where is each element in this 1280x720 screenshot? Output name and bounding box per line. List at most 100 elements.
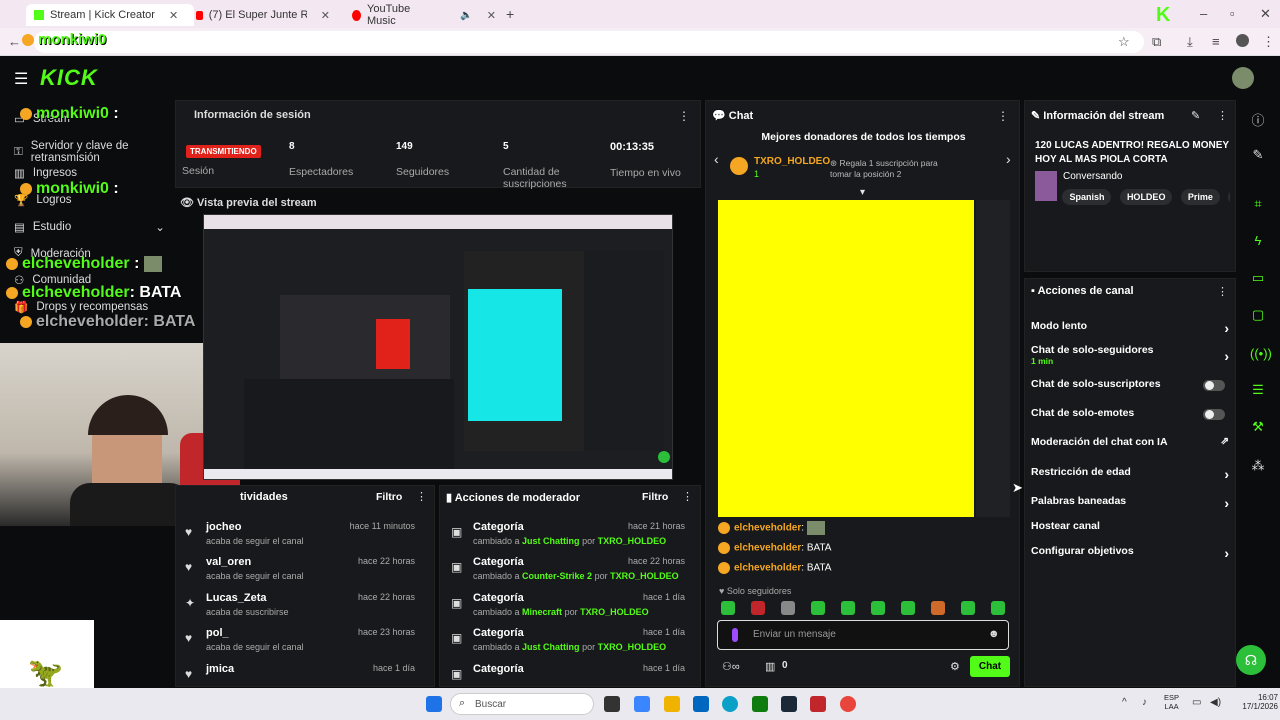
emote-icon[interactable]: [871, 601, 885, 615]
microphone-icon[interactable]: ♪: [1142, 697, 1147, 708]
emote-icon[interactable]: [781, 601, 795, 615]
emote-icon[interactable]: [961, 601, 975, 615]
sidebar-item-server-key[interactable]: ⚿ Servidor y clave de retransmisión: [14, 140, 175, 164]
pen-icon[interactable]: ✎: [1250, 147, 1266, 163]
emote-icon[interactable]: [931, 601, 945, 615]
tag[interactable]: Prime: [1180, 189, 1220, 205]
channel-action-followers-only[interactable]: Chat de solo-seguidores 1 min ›: [1031, 344, 1229, 366]
language-indicator[interactable]: ESP LAA: [1164, 693, 1179, 711]
info-icon[interactable]: ⓘ: [1250, 110, 1266, 128]
activity-filter-button[interactable]: Filtro: [376, 491, 402, 503]
tab-youtube-music[interactable]: YouTube Music 🔈 ✕: [344, 3, 504, 27]
chevron-right-icon[interactable]: ›: [1006, 151, 1011, 167]
settings-gear-icon[interactable]: ⚙: [950, 660, 960, 673]
minimize-icon[interactable]: –: [1200, 6, 1207, 21]
taskbar-search[interactable]: ⌕ Buscar: [450, 693, 594, 715]
support-headset-icon[interactable]: ☊: [1236, 645, 1266, 675]
sidebar-item-studio[interactable]: ▤ Estudio ⌄: [14, 220, 165, 234]
chevron-left-icon[interactable]: ‹: [714, 151, 719, 167]
chrome-icon[interactable]: [840, 696, 856, 712]
toggle-switch[interactable]: [1203, 380, 1225, 391]
points-icon[interactable]: ▥: [765, 660, 775, 673]
mod-filter-button[interactable]: Filtro: [642, 491, 668, 503]
list-icon[interactable]: ☰: [1250, 382, 1266, 398]
channel-action-goals[interactable]: Configurar objetivos ›: [1031, 545, 1229, 561]
emote-icon[interactable]: [901, 601, 915, 615]
channel-action-subs-only[interactable]: Chat de solo-suscriptores: [1031, 378, 1229, 391]
emote-icon[interactable]: [841, 601, 855, 615]
copilot-icon[interactable]: [634, 696, 650, 712]
tag[interactable]: Spanish: [1062, 189, 1112, 205]
pin-icon[interactable]: ▾: [860, 187, 865, 198]
extensions-icon[interactable]: ⧉: [1152, 34, 1161, 50]
kick-logo[interactable]: KICK: [40, 65, 98, 91]
maximize-icon[interactable]: ▫: [1230, 6, 1235, 21]
emote-icon[interactable]: [811, 601, 825, 615]
apps-icon[interactable]: ⁂: [1250, 458, 1266, 474]
menu-dots-icon[interactable]: ⋮: [1262, 34, 1275, 50]
crop-icon[interactable]: ⌗: [1250, 196, 1266, 212]
sidebar-item-income[interactable]: ▥ Ingresos: [14, 166, 77, 180]
close-icon[interactable]: ✕: [321, 9, 330, 22]
menu-dots-icon[interactable]: ⋮: [416, 490, 427, 503]
download-icon[interactable]: ⤓: [1187, 34, 1193, 50]
chat-send-button[interactable]: Chat: [970, 656, 1010, 677]
channel-action-emotes-only[interactable]: Chat de solo-emotes: [1031, 407, 1229, 420]
close-icon[interactable]: ✕: [487, 9, 496, 22]
tab-youtube-video[interactable]: (7) El Super Junte RKT - Salas, C... ✕: [188, 4, 338, 26]
card-icon[interactable]: ▭: [1250, 270, 1266, 286]
hamburger-menu-icon[interactable]: ☰: [14, 69, 28, 89]
microphone-icon[interactable]: [732, 628, 738, 642]
channel-action-ai-moderation[interactable]: Moderación del chat con IA ⇗: [1031, 436, 1229, 448]
close-window-icon[interactable]: ✕: [1260, 6, 1271, 22]
edit-icon[interactable]: ✎: [1191, 109, 1200, 122]
channel-action-banned-words[interactable]: Palabras baneadas ›: [1031, 495, 1229, 511]
steam-icon[interactable]: [781, 696, 797, 712]
chat-input[interactable]: Enviar un mensaje ☻: [717, 620, 1009, 650]
network-icon[interactable]: ▭: [1192, 697, 1201, 708]
windows-start-icon[interactable]: [426, 696, 442, 712]
new-tab-icon[interactable]: +: [506, 6, 514, 22]
wrench-icon[interactable]: ⚒: [1250, 419, 1266, 435]
emote-icon[interactable]: [721, 601, 735, 615]
back-icon[interactable]: ←: [8, 34, 21, 49]
message-icon[interactable]: ▢: [1250, 307, 1266, 323]
profile-avatar-icon[interactable]: [1236, 34, 1249, 47]
close-icon[interactable]: ✕: [169, 9, 178, 22]
menu-dots-icon[interactable]: ⋮: [682, 490, 693, 503]
channel-action-slow-mode[interactable]: Modo lento ›: [1031, 320, 1229, 336]
xbox-icon[interactable]: [752, 696, 768, 712]
file-explorer-icon[interactable]: [664, 696, 680, 712]
category-name[interactable]: Conversando: [1063, 171, 1122, 182]
menu-dots-icon[interactable]: ⋮: [1217, 285, 1228, 298]
toggle-switch[interactable]: [1203, 409, 1225, 420]
emoji-icon[interactable]: ☻: [988, 628, 1000, 640]
media-icon[interactable]: ≡: [1212, 34, 1220, 49]
channel-action-host[interactable]: Hostear canal: [1031, 520, 1229, 532]
channel-action-age-restriction[interactable]: Restricción de edad ›: [1031, 466, 1229, 482]
top-donor-name[interactable]: TXRO_HOLDEO: [754, 156, 830, 167]
sidebar-item-drops[interactable]: 🎁 Drops y recompensas: [14, 300, 148, 314]
store-icon[interactable]: [693, 696, 709, 712]
speaker-icon[interactable]: 🔈: [460, 10, 472, 21]
menu-dots-icon[interactable]: ⋮: [997, 109, 1009, 123]
edge-icon[interactable]: [722, 696, 738, 712]
star-icon[interactable]: ☆: [1118, 34, 1130, 50]
tag[interactable]: HOLDEO: [1119, 189, 1173, 205]
user-avatar[interactable]: [1232, 67, 1254, 89]
url-field[interactable]: [34, 31, 1144, 53]
obs-icon[interactable]: [810, 696, 826, 712]
tab-kick[interactable]: Stream | Kick Creator ✕: [26, 4, 194, 26]
stream-preview[interactable]: [203, 214, 673, 480]
tag[interactable]: casin: [1228, 189, 1230, 205]
clock[interactable]: 16:07 17/1/2026: [1218, 693, 1278, 711]
broadcast-icon[interactable]: ((•)): [1250, 346, 1272, 362]
task-view-icon[interactable]: [604, 696, 620, 712]
menu-dots-icon[interactable]: ⋮: [678, 109, 690, 123]
users-icon[interactable]: ⚇∞: [722, 660, 740, 673]
menu-dots-icon[interactable]: ⋮: [1217, 109, 1228, 122]
chevron-up-icon[interactable]: ^: [1122, 697, 1127, 708]
emote-icon[interactable]: [991, 601, 1005, 615]
bolt-icon[interactable]: ϟ: [1250, 233, 1266, 249]
emote-icon[interactable]: [751, 601, 765, 615]
